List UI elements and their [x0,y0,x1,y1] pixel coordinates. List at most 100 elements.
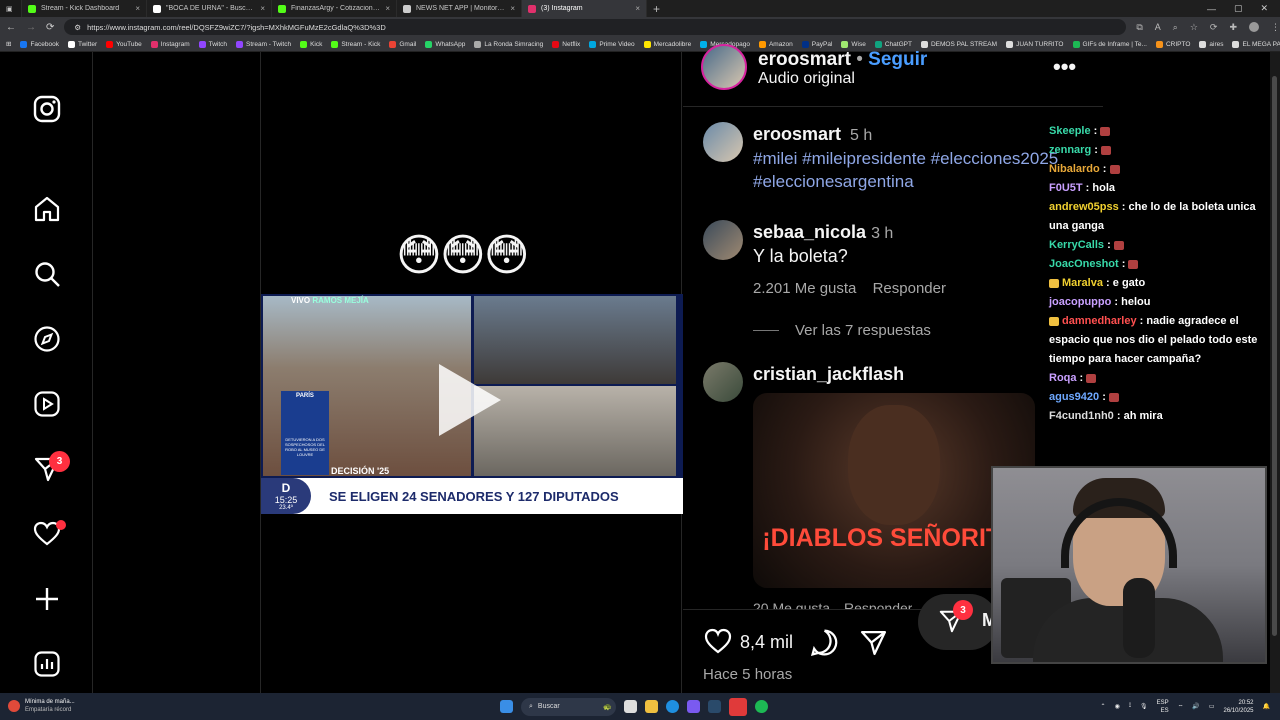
page-scrollbar[interactable] [1270,52,1280,693]
apps-icon[interactable]: ⊞ [6,40,11,48]
bookmark-star-icon[interactable]: ☆ [1190,22,1198,33]
task-view-icon[interactable] [624,700,637,713]
comment-username[interactable]: sebaa_nicola [753,222,866,242]
view-replies-button[interactable]: Ver las 7 respuestas [753,322,931,339]
bookmark-item[interactable]: Mercadolibre [643,40,691,48]
chrome-icon[interactable] [729,697,747,716]
close-tab-icon[interactable]: × [135,4,140,13]
audio-label[interactable]: Audio original [758,70,855,88]
comment-likes[interactable]: 2.201 Me gusta [753,280,856,297]
bookmark-item[interactable]: Twitch [198,40,227,48]
bookmark-item[interactable]: Stream - Kick [331,40,380,48]
profile-avatar[interactable] [1249,21,1259,32]
extensions-icon[interactable]: ⟳ [1210,22,1218,33]
close-tab-icon[interactable]: × [385,4,390,13]
puzzle-icon[interactable]: ✚ [1229,22,1237,33]
more-options-icon[interactable]: ••• [1053,54,1076,80]
chat-username[interactable]: Roqa [1049,372,1077,384]
bookmark-item[interactable]: Kick [300,40,322,48]
chat-username[interactable]: F0U5T [1049,182,1083,194]
home-icon[interactable] [30,192,64,226]
bookmark-item[interactable]: Amazon [758,40,793,48]
chat-username[interactable]: Skeeple [1049,125,1091,137]
comment-likes[interactable]: 20 Me gusta [753,600,830,609]
chat-username[interactable]: joacopuppo [1049,296,1111,308]
caption-avatar[interactable] [703,122,743,162]
close-tab-icon[interactable]: × [510,4,515,13]
bookmark-item[interactable]: YouTube [106,40,142,48]
wifi-icon[interactable]: ⌔ [1178,703,1184,711]
comment-username[interactable]: cristian_jackflash [753,364,904,384]
clock[interactable]: 20:52 26/10/2025 [1223,699,1253,715]
volume-icon[interactable]: 🔊 [1192,703,1199,710]
bookmark-item[interactable]: Instagram [150,40,190,48]
start-icon[interactable] [500,700,513,713]
close-window-icon[interactable]: ✕ [1260,3,1268,14]
reply-button[interactable]: Responder [873,280,946,297]
bookmark-item[interactable]: Facebook [20,40,59,48]
follow-button[interactable]: Seguir [868,49,927,70]
network-icon[interactable]: ⟟ [1129,703,1131,710]
steam-icon[interactable] [708,700,721,713]
bookmark-item[interactable]: DEMOS PAL STREAM [920,40,997,48]
zoom-icon[interactable]: ⌕ [1173,22,1178,33]
author-avatar[interactable] [701,44,747,90]
browser-tab[interactable]: (3) Instagram × [522,0,647,17]
bookmark-item[interactable]: CRIPTO [1155,40,1190,48]
browser-tab[interactable]: Stream - Kick Dashboard × [22,0,147,17]
share-icon[interactable] [859,628,888,662]
explore-icon[interactable] [30,322,64,356]
hashtags-line-2[interactable]: #eleccionesargentina [753,170,1058,193]
comment-avatar[interactable] [703,220,743,260]
menu-icon[interactable]: ⋮ [1271,22,1280,33]
site-info-icon[interactable]: ⚙ [74,23,81,32]
dashboard-icon[interactable] [30,647,64,681]
bookmark-item[interactable]: Stream - Twitch [236,40,291,48]
like-heart-icon[interactable] [703,627,733,660]
browser-tab[interactable]: "BOCA DE URNA" - Buscar / X × [147,0,272,17]
browser-tab[interactable]: FinanzasArgy - Cotizaciones en ti... × [272,0,397,17]
tray-app-icon[interactable]: ◉ [1115,703,1120,710]
tab-actions-icon[interactable]: ▣ [0,0,22,17]
translate-icon[interactable]: A [1155,22,1161,33]
search-icon[interactable] [30,257,64,291]
battery-icon[interactable]: ▭ [1209,703,1215,710]
author-username[interactable]: eroosmart [758,49,851,70]
comment-avatar[interactable] [703,362,743,402]
chat-username[interactable]: andrew05pss [1049,201,1119,213]
new-tab-button[interactable]: + [653,2,660,16]
chat-username[interactable]: F4cund1nh0 [1049,410,1114,422]
mic-tray-icon[interactable]: 🎙 [1140,703,1148,710]
file-explorer-icon[interactable] [645,700,658,713]
edge-icon[interactable] [666,700,679,713]
weather-widget[interactable]: Mínima de maña... Empataría récord [8,698,75,714]
bookmark-item[interactable]: La Ronda Simracing [474,40,543,48]
bookmark-item[interactable]: Twitter [68,40,97,48]
scroll-thumb[interactable] [1272,76,1277,636]
close-tab-icon[interactable]: × [260,4,265,13]
minimize-icon[interactable]: — [1207,4,1216,14]
reply-button[interactable]: Responder [844,600,913,609]
hashtags-line-1[interactable]: #milei #mileipresidente #elecciones2025 [753,147,1058,170]
bookmark-item[interactable]: GIFs de Inframe | Te... [1072,40,1147,48]
bookmark-item[interactable]: PayPal [801,40,832,48]
reel-video[interactable]: 😳😳😳 VIVO RAMOS MEJÍA PARÍS DETUVIERON A … [260,52,683,693]
chat-username[interactable]: agus9420 [1049,391,1099,403]
like-count[interactable]: 8,4 mil [740,632,793,653]
caption-username[interactable]: eroosmart [753,124,841,144]
taskbar-search[interactable]: ⌕ Buscar 🐢 [521,697,616,716]
discord-icon[interactable] [687,700,700,713]
bookmark-item[interactable]: Prime Video [589,40,635,48]
language-indicator[interactable]: ESP ES [1157,699,1169,715]
bookmark-item[interactable]: ChatGPT [874,40,912,48]
spotify-icon[interactable] [755,700,768,713]
maximize-icon[interactable]: ▢ [1234,3,1243,14]
comment-bubble-icon[interactable] [810,628,839,662]
chat-username[interactable]: Maralva [1062,277,1103,289]
browser-tab[interactable]: NEWS NET APP | Monitoreo de m... × [397,0,522,17]
forward-icon[interactable]: → [26,22,36,33]
chat-username[interactable]: damnedharley [1062,315,1137,327]
bookmark-item[interactable]: JUAN TURRITO [1006,40,1064,48]
tray-overflow-icon[interactable]: ⌃ [1101,703,1106,710]
bookmark-item[interactable]: WhatsApp [425,40,465,48]
